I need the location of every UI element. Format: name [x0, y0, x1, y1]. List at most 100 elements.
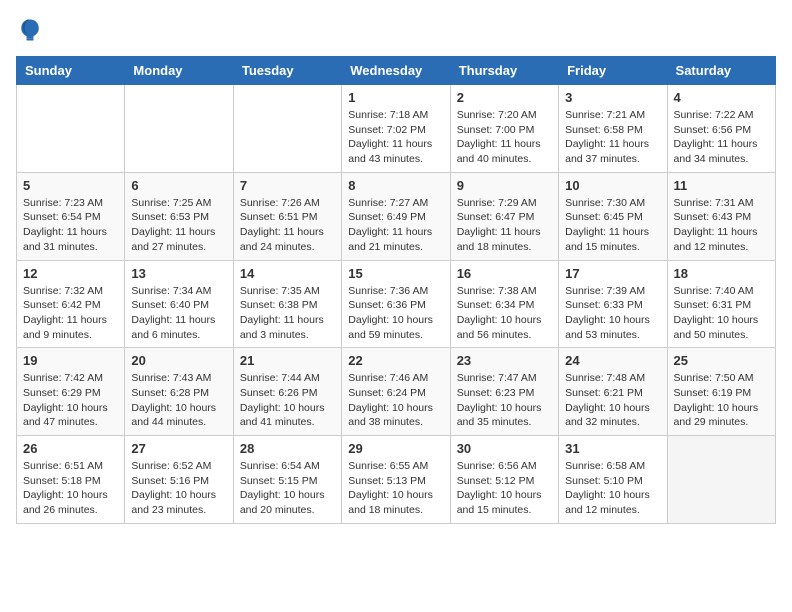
calendar-week-row: 12Sunrise: 7:32 AM Sunset: 6:42 PM Dayli… [17, 260, 776, 348]
day-info: Sunrise: 7:44 AM Sunset: 6:26 PM Dayligh… [240, 371, 335, 430]
day-number: 9 [457, 178, 552, 193]
page-header [16, 16, 776, 44]
calendar-day-cell: 19Sunrise: 7:42 AM Sunset: 6:29 PM Dayli… [17, 348, 125, 436]
day-number: 28 [240, 441, 335, 456]
day-info: Sunrise: 7:29 AM Sunset: 6:47 PM Dayligh… [457, 196, 552, 255]
day-info: Sunrise: 7:36 AM Sunset: 6:36 PM Dayligh… [348, 284, 443, 343]
calendar-day-cell: 27 Sunrise: 6:52 AM Sunset: 5:16 PM Dayli… [125, 436, 233, 524]
day-number: 31 [565, 441, 660, 456]
calendar-day-cell [17, 85, 125, 173]
day-info: Sunrise: 7:39 AM Sunset: 6:33 PM Dayligh… [565, 284, 660, 343]
calendar-day-cell: 17Sunrise: 7:39 AM Sunset: 6:33 PM Dayli… [559, 260, 667, 348]
day-of-week-header: Sunday [17, 57, 125, 85]
day-info: Sunrise: 7:31 AM Sunset: 6:43 PM Dayligh… [674, 196, 769, 255]
day-info: Sunrise: 7:47 AM Sunset: 6:23 PM Dayligh… [457, 371, 552, 430]
day-number: 5 [23, 178, 118, 193]
day-number: 13 [131, 266, 226, 281]
day-info: Sunrise: 7:27 AM Sunset: 6:49 PM Dayligh… [348, 196, 443, 255]
calendar-day-cell: 22 Sunrise: 7:46 AM Sunset: 6:24 PM Dayli… [342, 348, 450, 436]
day-number: 4 [674, 90, 769, 105]
day-number: 22 [348, 353, 443, 368]
day-info: Sunrise: 6:56 AM Sunset: 5:12 PM Dayligh… [457, 459, 552, 518]
day-info: Sunrise: 7:20 AM Sunset: 7:00 PM Dayligh… [457, 108, 552, 167]
day-number: 7 [240, 178, 335, 193]
calendar-day-cell [667, 436, 775, 524]
day-number: 25 [674, 353, 769, 368]
calendar-day-cell: 7 Sunrise: 7:26 AM Sunset: 6:51 PM Daylig… [233, 172, 341, 260]
day-info: Sunrise: 6:52 AM Sunset: 5:16 PM Dayligh… [131, 459, 226, 518]
day-info: Sunrise: 7:40 AM Sunset: 6:31 PM Dayligh… [674, 284, 769, 343]
logo-icon [16, 16, 44, 44]
calendar-week-row: 19Sunrise: 7:42 AM Sunset: 6:29 PM Dayli… [17, 348, 776, 436]
calendar-day-cell: 8Sunrise: 7:27 AM Sunset: 6:49 PM Daylig… [342, 172, 450, 260]
day-number: 3 [565, 90, 660, 105]
day-info: Sunrise: 7:18 AM Sunset: 7:02 PM Dayligh… [348, 108, 443, 167]
calendar-header-row: SundayMondayTuesdayWednesdayThursdayFrid… [17, 57, 776, 85]
day-info: Sunrise: 7:35 AM Sunset: 6:38 PM Dayligh… [240, 284, 335, 343]
calendar-day-cell: 4 Sunrise: 7:22 AM Sunset: 6:56 PM Daylig… [667, 85, 775, 173]
calendar-day-cell: 3 Sunrise: 7:21 AM Sunset: 6:58 PM Daylig… [559, 85, 667, 173]
calendar-day-cell: 29 Sunrise: 6:55 AM Sunset: 5:13 PM Dayli… [342, 436, 450, 524]
day-of-week-header: Saturday [667, 57, 775, 85]
day-info: Sunrise: 7:22 AM Sunset: 6:56 PM Dayligh… [674, 108, 769, 167]
day-info: Sunrise: 7:30 AM Sunset: 6:45 PM Dayligh… [565, 196, 660, 255]
calendar-week-row: 1 Sunrise: 7:18 AM Sunset: 7:02 PM Daylig… [17, 85, 776, 173]
calendar-day-cell: 11 Sunrise: 7:31 AM Sunset: 6:43 PM Dayli… [667, 172, 775, 260]
day-number: 27 [131, 441, 226, 456]
calendar-day-cell: 6Sunrise: 7:25 AM Sunset: 6:53 PM Daylig… [125, 172, 233, 260]
day-number: 20 [131, 353, 226, 368]
day-info: Sunrise: 6:54 AM Sunset: 5:15 PM Dayligh… [240, 459, 335, 518]
day-info: Sunrise: 6:51 AM Sunset: 5:18 PM Dayligh… [23, 459, 118, 518]
calendar-day-cell: 16 Sunrise: 7:38 AM Sunset: 6:34 PM Dayli… [450, 260, 558, 348]
day-number: 1 [348, 90, 443, 105]
day-number: 12 [23, 266, 118, 281]
day-number: 11 [674, 178, 769, 193]
day-number: 15 [348, 266, 443, 281]
calendar-day-cell: 20 Sunrise: 7:43 AM Sunset: 6:28 PM Dayli… [125, 348, 233, 436]
calendar-day-cell: 12Sunrise: 7:32 AM Sunset: 6:42 PM Dayli… [17, 260, 125, 348]
day-info: Sunrise: 7:23 AM Sunset: 6:54 PM Dayligh… [23, 196, 118, 255]
day-info: Sunrise: 7:50 AM Sunset: 6:19 PM Dayligh… [674, 371, 769, 430]
calendar-day-cell: 9 Sunrise: 7:29 AM Sunset: 6:47 PM Daylig… [450, 172, 558, 260]
day-number: 10 [565, 178, 660, 193]
day-of-week-header: Wednesday [342, 57, 450, 85]
calendar-day-cell: 14 Sunrise: 7:35 AM Sunset: 6:38 PM Dayli… [233, 260, 341, 348]
day-info: Sunrise: 7:46 AM Sunset: 6:24 PM Dayligh… [348, 371, 443, 430]
calendar-day-cell: 23 Sunrise: 7:47 AM Sunset: 6:23 PM Dayli… [450, 348, 558, 436]
day-of-week-header: Monday [125, 57, 233, 85]
calendar-week-row: 5 Sunrise: 7:23 AM Sunset: 6:54 PM Daylig… [17, 172, 776, 260]
day-of-week-header: Tuesday [233, 57, 341, 85]
calendar-day-cell: 28 Sunrise: 6:54 AM Sunset: 5:15 PM Dayli… [233, 436, 341, 524]
calendar-day-cell: 1 Sunrise: 7:18 AM Sunset: 7:02 PM Daylig… [342, 85, 450, 173]
calendar-day-cell [125, 85, 233, 173]
calendar-week-row: 26 Sunrise: 6:51 AM Sunset: 5:18 PM Dayli… [17, 436, 776, 524]
day-number: 24 [565, 353, 660, 368]
calendar-day-cell: 24 Sunrise: 7:48 AM Sunset: 6:21 PM Dayli… [559, 348, 667, 436]
day-number: 6 [131, 178, 226, 193]
day-number: 23 [457, 353, 552, 368]
day-info: Sunrise: 7:34 AM Sunset: 6:40 PM Dayligh… [131, 284, 226, 343]
day-number: 26 [23, 441, 118, 456]
day-number: 16 [457, 266, 552, 281]
calendar-day-cell: 15 Sunrise: 7:36 AM Sunset: 6:36 PM Dayli… [342, 260, 450, 348]
calendar-day-cell: 31Sunrise: 6:58 AM Sunset: 5:10 PM Dayli… [559, 436, 667, 524]
calendar-day-cell: 18 Sunrise: 7:40 AM Sunset: 6:31 PM Dayli… [667, 260, 775, 348]
day-number: 18 [674, 266, 769, 281]
day-info: Sunrise: 7:48 AM Sunset: 6:21 PM Dayligh… [565, 371, 660, 430]
day-number: 14 [240, 266, 335, 281]
calendar-day-cell: 5 Sunrise: 7:23 AM Sunset: 6:54 PM Daylig… [17, 172, 125, 260]
day-of-week-header: Thursday [450, 57, 558, 85]
day-info: Sunrise: 7:21 AM Sunset: 6:58 PM Dayligh… [565, 108, 660, 167]
day-info: Sunrise: 6:55 AM Sunset: 5:13 PM Dayligh… [348, 459, 443, 518]
day-info: Sunrise: 7:43 AM Sunset: 6:28 PM Dayligh… [131, 371, 226, 430]
day-info: Sunrise: 7:38 AM Sunset: 6:34 PM Dayligh… [457, 284, 552, 343]
calendar-day-cell [233, 85, 341, 173]
calendar-day-cell: 25 Sunrise: 7:50 AM Sunset: 6:19 PM Dayli… [667, 348, 775, 436]
day-of-week-header: Friday [559, 57, 667, 85]
calendar-day-cell: 13 Sunrise: 7:34 AM Sunset: 6:40 PM Dayli… [125, 260, 233, 348]
calendar-day-cell: 30Sunrise: 6:56 AM Sunset: 5:12 PM Dayli… [450, 436, 558, 524]
day-number: 29 [348, 441, 443, 456]
day-info: Sunrise: 7:26 AM Sunset: 6:51 PM Dayligh… [240, 196, 335, 255]
logo [16, 16, 48, 44]
day-info: Sunrise: 7:42 AM Sunset: 6:29 PM Dayligh… [23, 371, 118, 430]
